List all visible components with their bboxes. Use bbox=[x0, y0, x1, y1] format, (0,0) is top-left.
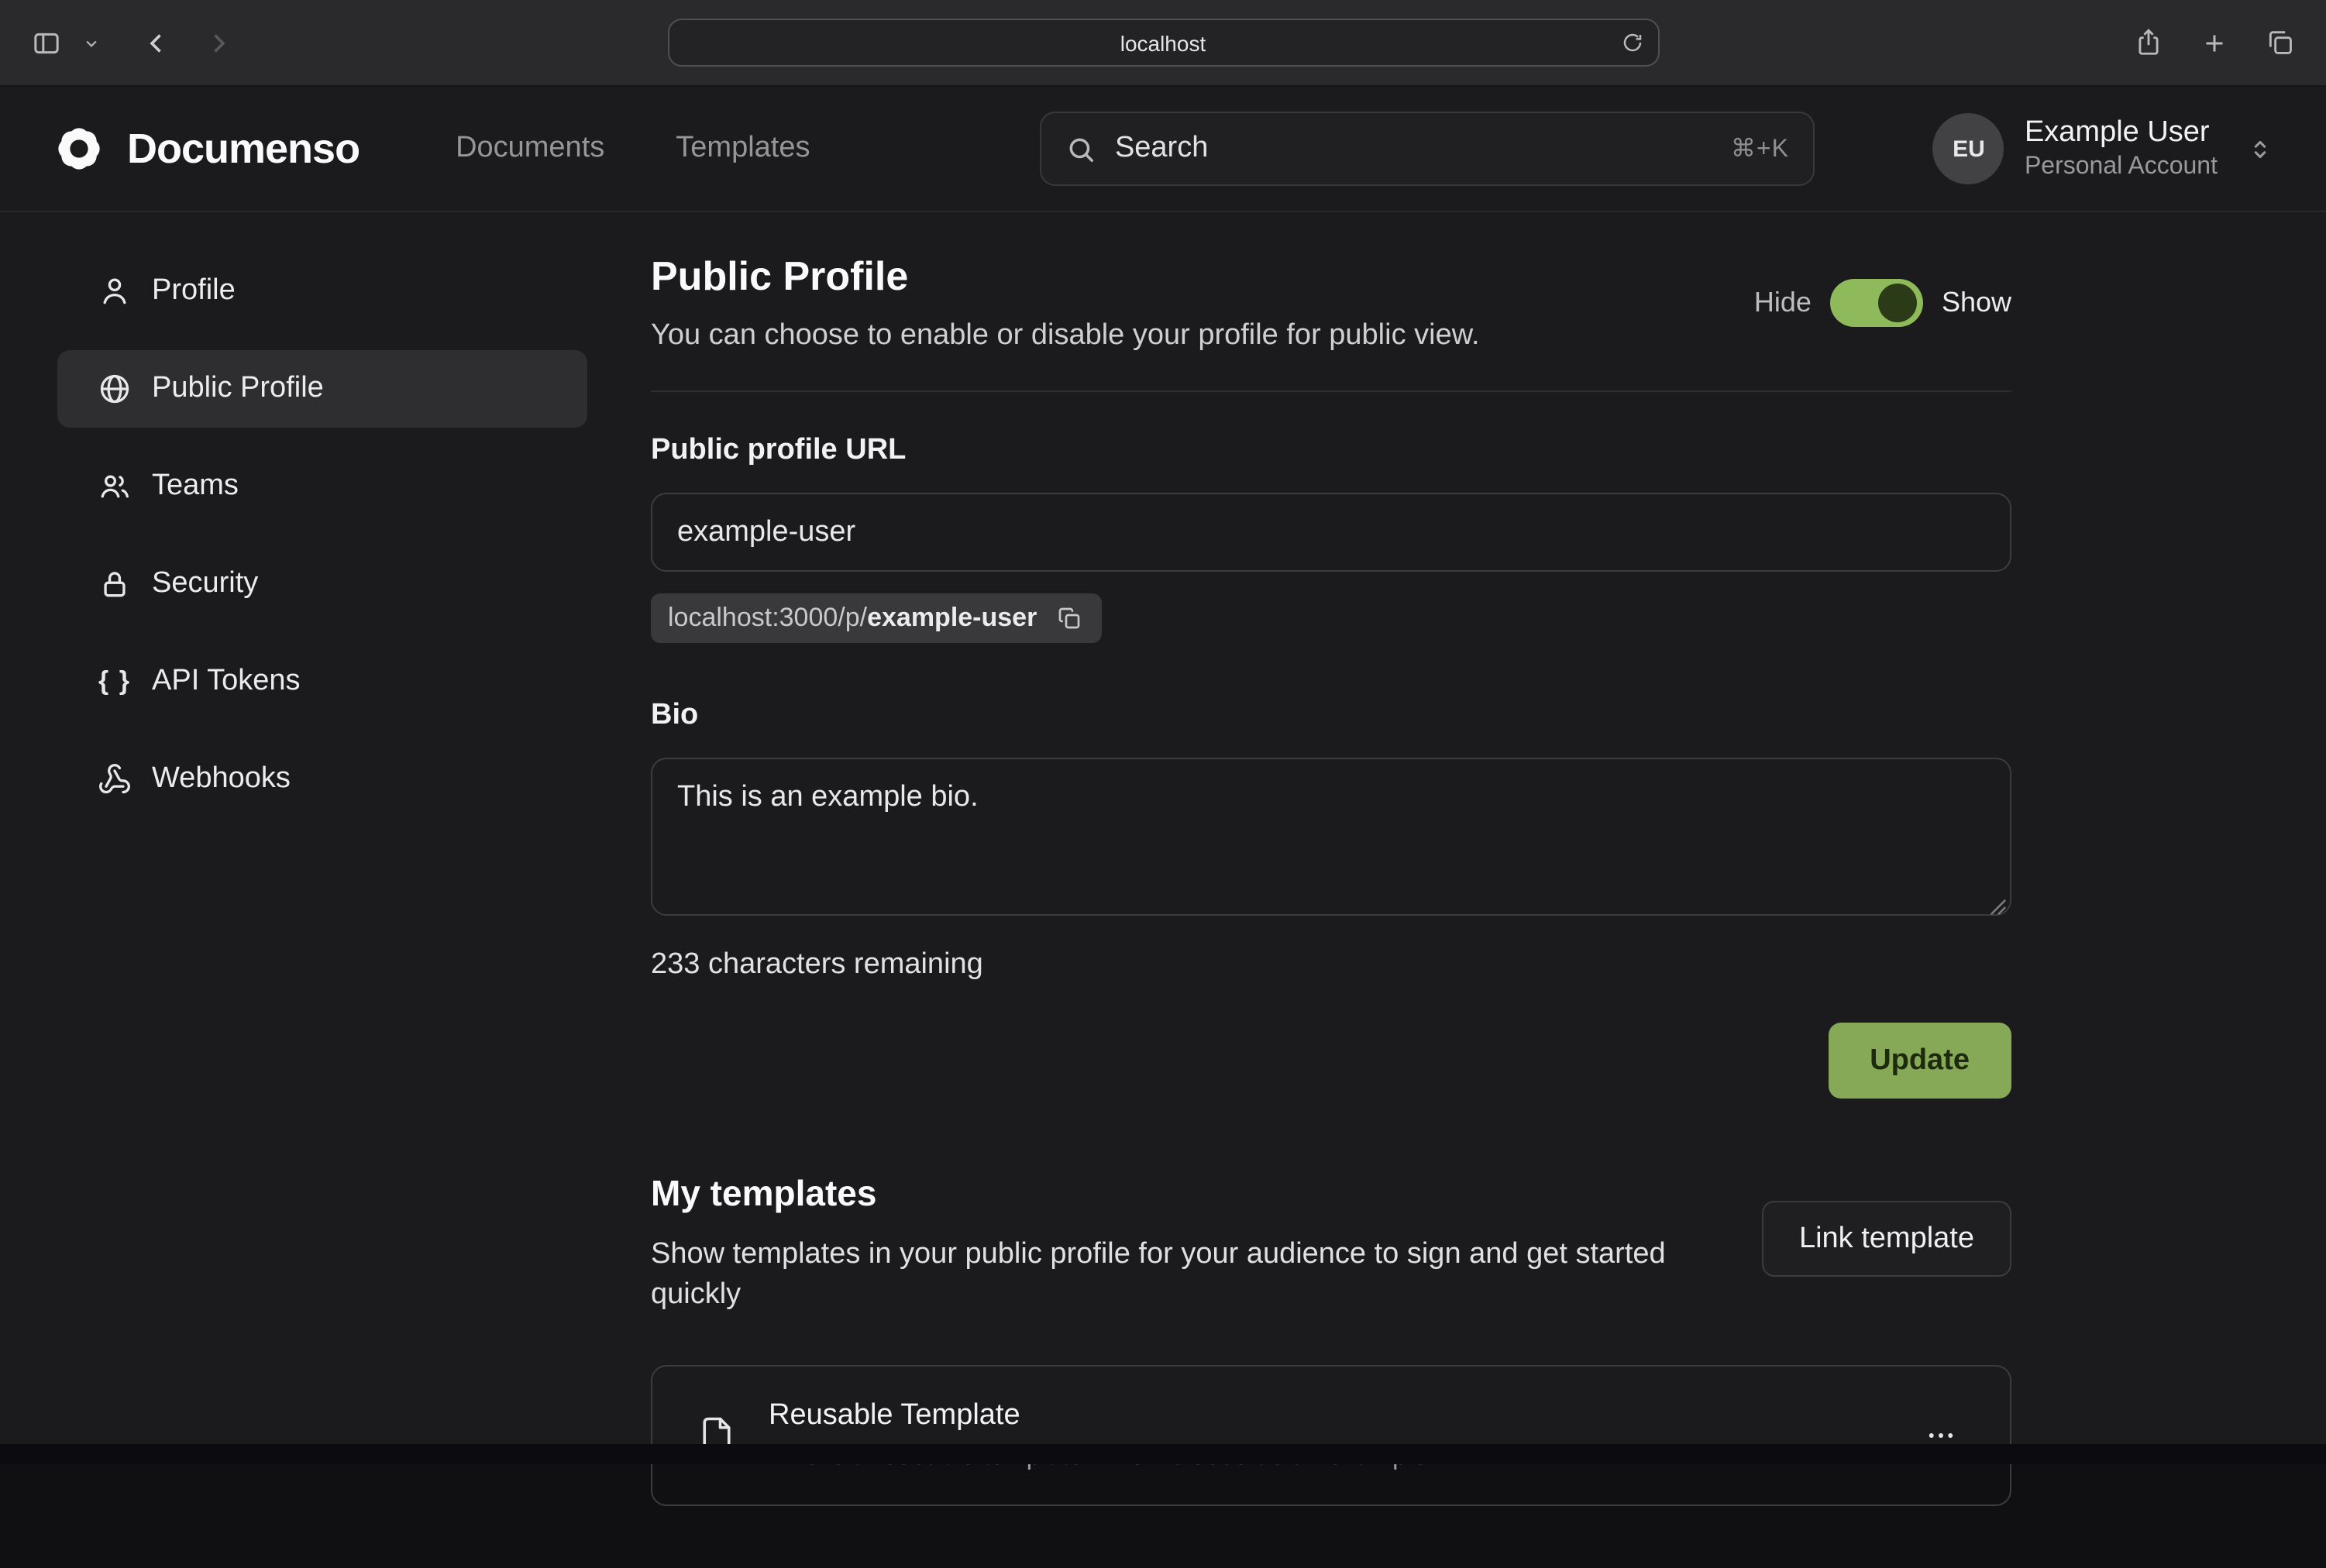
sidebar-item-label: Teams bbox=[152, 469, 239, 504]
public-profile-link: localhost:3000/p/example-user bbox=[668, 603, 1037, 634]
lock-icon bbox=[98, 567, 132, 601]
sidebar-item-label: Security bbox=[152, 567, 258, 601]
account-menu[interactable]: EU Example User Personal Account bbox=[1933, 113, 2273, 184]
documenso-logo-icon bbox=[53, 122, 105, 175]
sidebar-item-public-profile[interactable]: Public Profile bbox=[57, 350, 587, 428]
sidebar-item-label: Profile bbox=[152, 274, 236, 308]
chevron-right-icon bbox=[205, 29, 232, 57]
copy-icon bbox=[1057, 606, 1082, 631]
sidebar-item-security[interactable]: Security bbox=[57, 545, 587, 623]
browser-forward-button[interactable] bbox=[198, 22, 239, 63]
chevron-left-icon bbox=[143, 29, 170, 57]
tabs-icon bbox=[2266, 28, 2295, 57]
sidebar-item-teams[interactable]: Teams bbox=[57, 448, 587, 525]
templates-description: Show templates in your public profile fo… bbox=[651, 1235, 1720, 1315]
reload-icon bbox=[1620, 31, 1643, 54]
search-icon bbox=[1067, 134, 1096, 163]
settings-sidebar: Profile Public Profile Teams bbox=[57, 253, 587, 1568]
search-input[interactable] bbox=[1115, 132, 1712, 166]
sidebar-item-label: Public Profile bbox=[152, 372, 324, 406]
main-nav: Documents Templates bbox=[456, 132, 810, 166]
globe-icon bbox=[98, 372, 132, 406]
toggle-hide-label: Hide bbox=[1754, 287, 1812, 319]
chevrons-up-down-icon bbox=[2247, 136, 2273, 162]
browser-tab-overview-button[interactable] bbox=[2259, 22, 2301, 64]
search-box[interactable]: ⌘+K bbox=[1041, 112, 1815, 186]
main-content: Public Profile You can choose to enable … bbox=[651, 253, 2011, 1568]
page-title: Public Profile bbox=[651, 253, 1480, 301]
page-subtitle: You can choose to enable or disable your… bbox=[651, 319, 1480, 353]
users-icon bbox=[98, 469, 132, 504]
braces-icon: { } bbox=[98, 666, 132, 697]
brand-name: Documenso bbox=[127, 125, 360, 173]
user-icon bbox=[98, 274, 132, 308]
visibility-toggle-row: Hide Show bbox=[1754, 279, 2011, 327]
browser-share-button[interactable] bbox=[2128, 22, 2169, 64]
browser-back-button[interactable] bbox=[136, 22, 177, 63]
sidebar-item-webhooks[interactable]: Webhooks bbox=[57, 741, 587, 818]
app-header: Documenso Documents Templates ⌘+K EU Exa… bbox=[0, 87, 2326, 212]
chevron-down-icon bbox=[84, 35, 99, 50]
sidebar-item-profile[interactable]: Profile bbox=[57, 253, 587, 330]
brand[interactable]: Documenso bbox=[53, 122, 360, 175]
browser-new-tab-button[interactable] bbox=[2194, 22, 2235, 63]
templates-title: My templates bbox=[651, 1173, 1720, 1215]
divider bbox=[651, 390, 2011, 392]
toggle-knob bbox=[1878, 284, 1917, 322]
toggle-show-label: Show bbox=[1942, 287, 2011, 319]
template-name: Reusable Template bbox=[769, 1399, 1435, 1433]
browser-sidebar-toggle-button[interactable] bbox=[25, 21, 68, 64]
url-bar[interactable]: localhost bbox=[667, 19, 1659, 67]
bio-textarea[interactable]: This is an example bio. bbox=[651, 758, 2011, 916]
url-text: localhost bbox=[1120, 30, 1206, 55]
link-template-button[interactable]: Link template bbox=[1762, 1201, 2011, 1277]
sidebar-item-api-tokens[interactable]: { } API Tokens bbox=[57, 643, 587, 720]
public-profile-link-pill: localhost:3000/p/example-user bbox=[651, 593, 1102, 643]
nav-documents[interactable]: Documents bbox=[456, 132, 604, 166]
webhook-icon bbox=[98, 762, 132, 796]
account-name: Example User bbox=[2025, 115, 2218, 152]
update-button[interactable]: Update bbox=[1828, 1023, 2011, 1099]
search-shortcut: ⌘+K bbox=[1731, 133, 1789, 164]
bio-field-label: Bio bbox=[651, 699, 2011, 733]
characters-remaining: 233 characters remaining bbox=[651, 948, 2011, 982]
share-icon bbox=[2134, 28, 2163, 57]
bottom-strip bbox=[0, 1444, 2326, 1464]
sidebar-toggle-icon bbox=[31, 27, 62, 58]
app-window: localhost bbox=[0, 0, 2326, 1464]
template-row[interactable]: Reusable Template This is a reusable tem… bbox=[651, 1365, 2011, 1506]
profile-visibility-toggle[interactable] bbox=[1830, 279, 1923, 327]
sidebar-item-label: API Tokens bbox=[152, 665, 301, 699]
nav-templates[interactable]: Templates bbox=[676, 132, 810, 166]
sidebar-item-label: Webhooks bbox=[152, 762, 291, 796]
url-field-label: Public profile URL bbox=[651, 434, 2011, 468]
reload-button[interactable] bbox=[1620, 31, 1643, 54]
browser-chrome: localhost bbox=[0, 0, 2326, 87]
browser-sidebar-dropdown-button[interactable] bbox=[77, 29, 105, 57]
account-type: Personal Account bbox=[2025, 152, 2218, 183]
copy-link-button[interactable] bbox=[1054, 603, 1085, 634]
public-profile-url-input[interactable] bbox=[651, 493, 2011, 572]
plus-icon bbox=[2200, 29, 2228, 57]
avatar: EU bbox=[1933, 113, 2004, 184]
